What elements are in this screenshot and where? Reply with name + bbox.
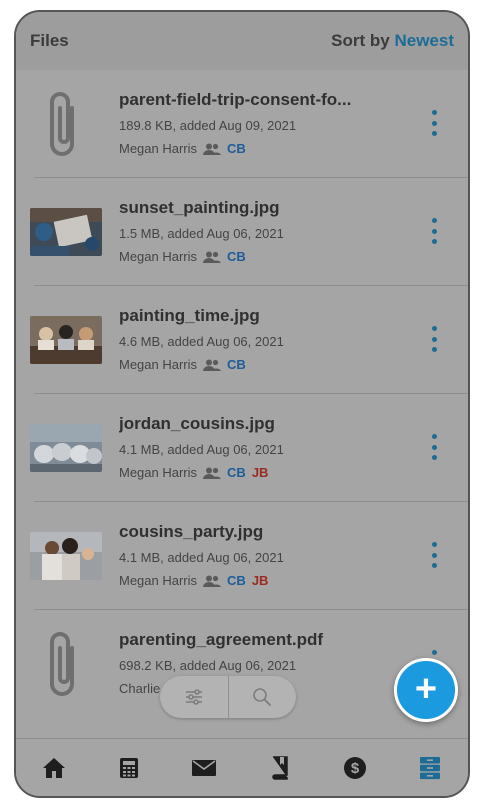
filter-sliders-icon[interactable] [160, 676, 228, 718]
home-icon[interactable] [34, 748, 74, 788]
file-row[interactable]: parent-field-trip-consent-fo... 189.8 KB… [16, 70, 468, 178]
add-file-button[interactable]: + [394, 658, 458, 722]
file-meta: 1.5 MB, added Aug 06, 2021 [119, 226, 284, 241]
shared-people-icon [203, 251, 222, 263]
file-row[interactable]: cousins_party.jpg 4.1 MB, added Aug 06, … [16, 502, 468, 610]
file-meta: 4.1 MB, added Aug 06, 2021 [119, 442, 284, 457]
files-header: Files Sort by Newest [16, 12, 468, 70]
sort-label: Sort by [331, 31, 390, 50]
sort-value[interactable]: Newest [394, 31, 454, 50]
file-row[interactable]: sunset_painting.jpg 1.5 MB, added Aug 06… [16, 178, 468, 286]
paperclip-icon [50, 92, 74, 156]
file-name[interactable]: jordan_cousins.jpg [119, 414, 408, 434]
calculator-icon[interactable] [109, 748, 149, 788]
more-options-icon[interactable] [428, 110, 440, 136]
shared-people-icon [203, 467, 222, 479]
mail-icon[interactable] [184, 748, 224, 788]
file-owner: Megan Harris [119, 357, 198, 372]
file-list: parent-field-trip-consent-fo... 189.8 KB… [16, 70, 468, 718]
search-icon[interactable] [229, 676, 297, 718]
file-meta: 4.6 MB, added Aug 06, 2021 [119, 334, 284, 349]
file-owner: Megan Harris [119, 573, 198, 588]
file-row[interactable]: painting_time.jpg 4.6 MB, added Aug 06, … [16, 286, 468, 394]
files-icon[interactable] [410, 748, 450, 788]
file-name[interactable]: cousins_party.jpg [119, 522, 408, 542]
dollar-icon[interactable]: $ [335, 748, 375, 788]
more-options-icon[interactable] [428, 326, 440, 352]
file-owner: Megan Harris [119, 465, 198, 480]
sort-control[interactable]: Sort by Newest [331, 31, 454, 51]
tag-jb: JB [251, 465, 269, 480]
svg-text:$: $ [351, 760, 360, 777]
shared-people-icon [203, 359, 222, 371]
file-name[interactable]: sunset_painting.jpg [119, 198, 408, 218]
more-options-icon[interactable] [428, 218, 440, 244]
tag-cb: CB [227, 249, 246, 264]
page-title: Files [30, 31, 69, 50]
filter-search-bar [160, 676, 296, 718]
journal-icon[interactable] [260, 748, 300, 788]
tag-cb: CB [227, 357, 246, 372]
file-meta: 698.2 KB, added Aug 06, 2021 [119, 658, 297, 673]
file-owner: Megan Harris [119, 141, 198, 156]
tag-cb: CB [227, 573, 246, 588]
file-row[interactable]: jordan_cousins.jpg 4.1 MB, added Aug 06,… [16, 394, 468, 502]
file-owner: Megan Harris [119, 249, 198, 264]
more-options-icon[interactable] [428, 542, 440, 568]
more-options-icon[interactable] [428, 434, 440, 460]
file-meta: 189.8 KB, added Aug 09, 2021 [119, 118, 297, 133]
file-meta: 4.1 MB, added Aug 06, 2021 [119, 550, 284, 565]
image-thumbnail [30, 424, 102, 472]
image-thumbnail [30, 532, 102, 580]
tag-cb: CB [227, 141, 246, 156]
file-name[interactable]: parenting_agreement.pdf [119, 630, 408, 650]
shared-people-icon [203, 575, 222, 587]
shared-people-icon [203, 143, 222, 155]
paperclip-icon [50, 632, 74, 696]
bottom-nav: $ [16, 738, 468, 796]
image-thumbnail [30, 316, 102, 364]
file-name[interactable]: parent-field-trip-consent-fo... [119, 90, 408, 110]
tag-cb: CB [227, 465, 246, 480]
plus-icon: + [414, 667, 438, 710]
tag-jb: JB [251, 573, 269, 588]
image-thumbnail [30, 208, 102, 256]
file-name[interactable]: painting_time.jpg [119, 306, 408, 326]
